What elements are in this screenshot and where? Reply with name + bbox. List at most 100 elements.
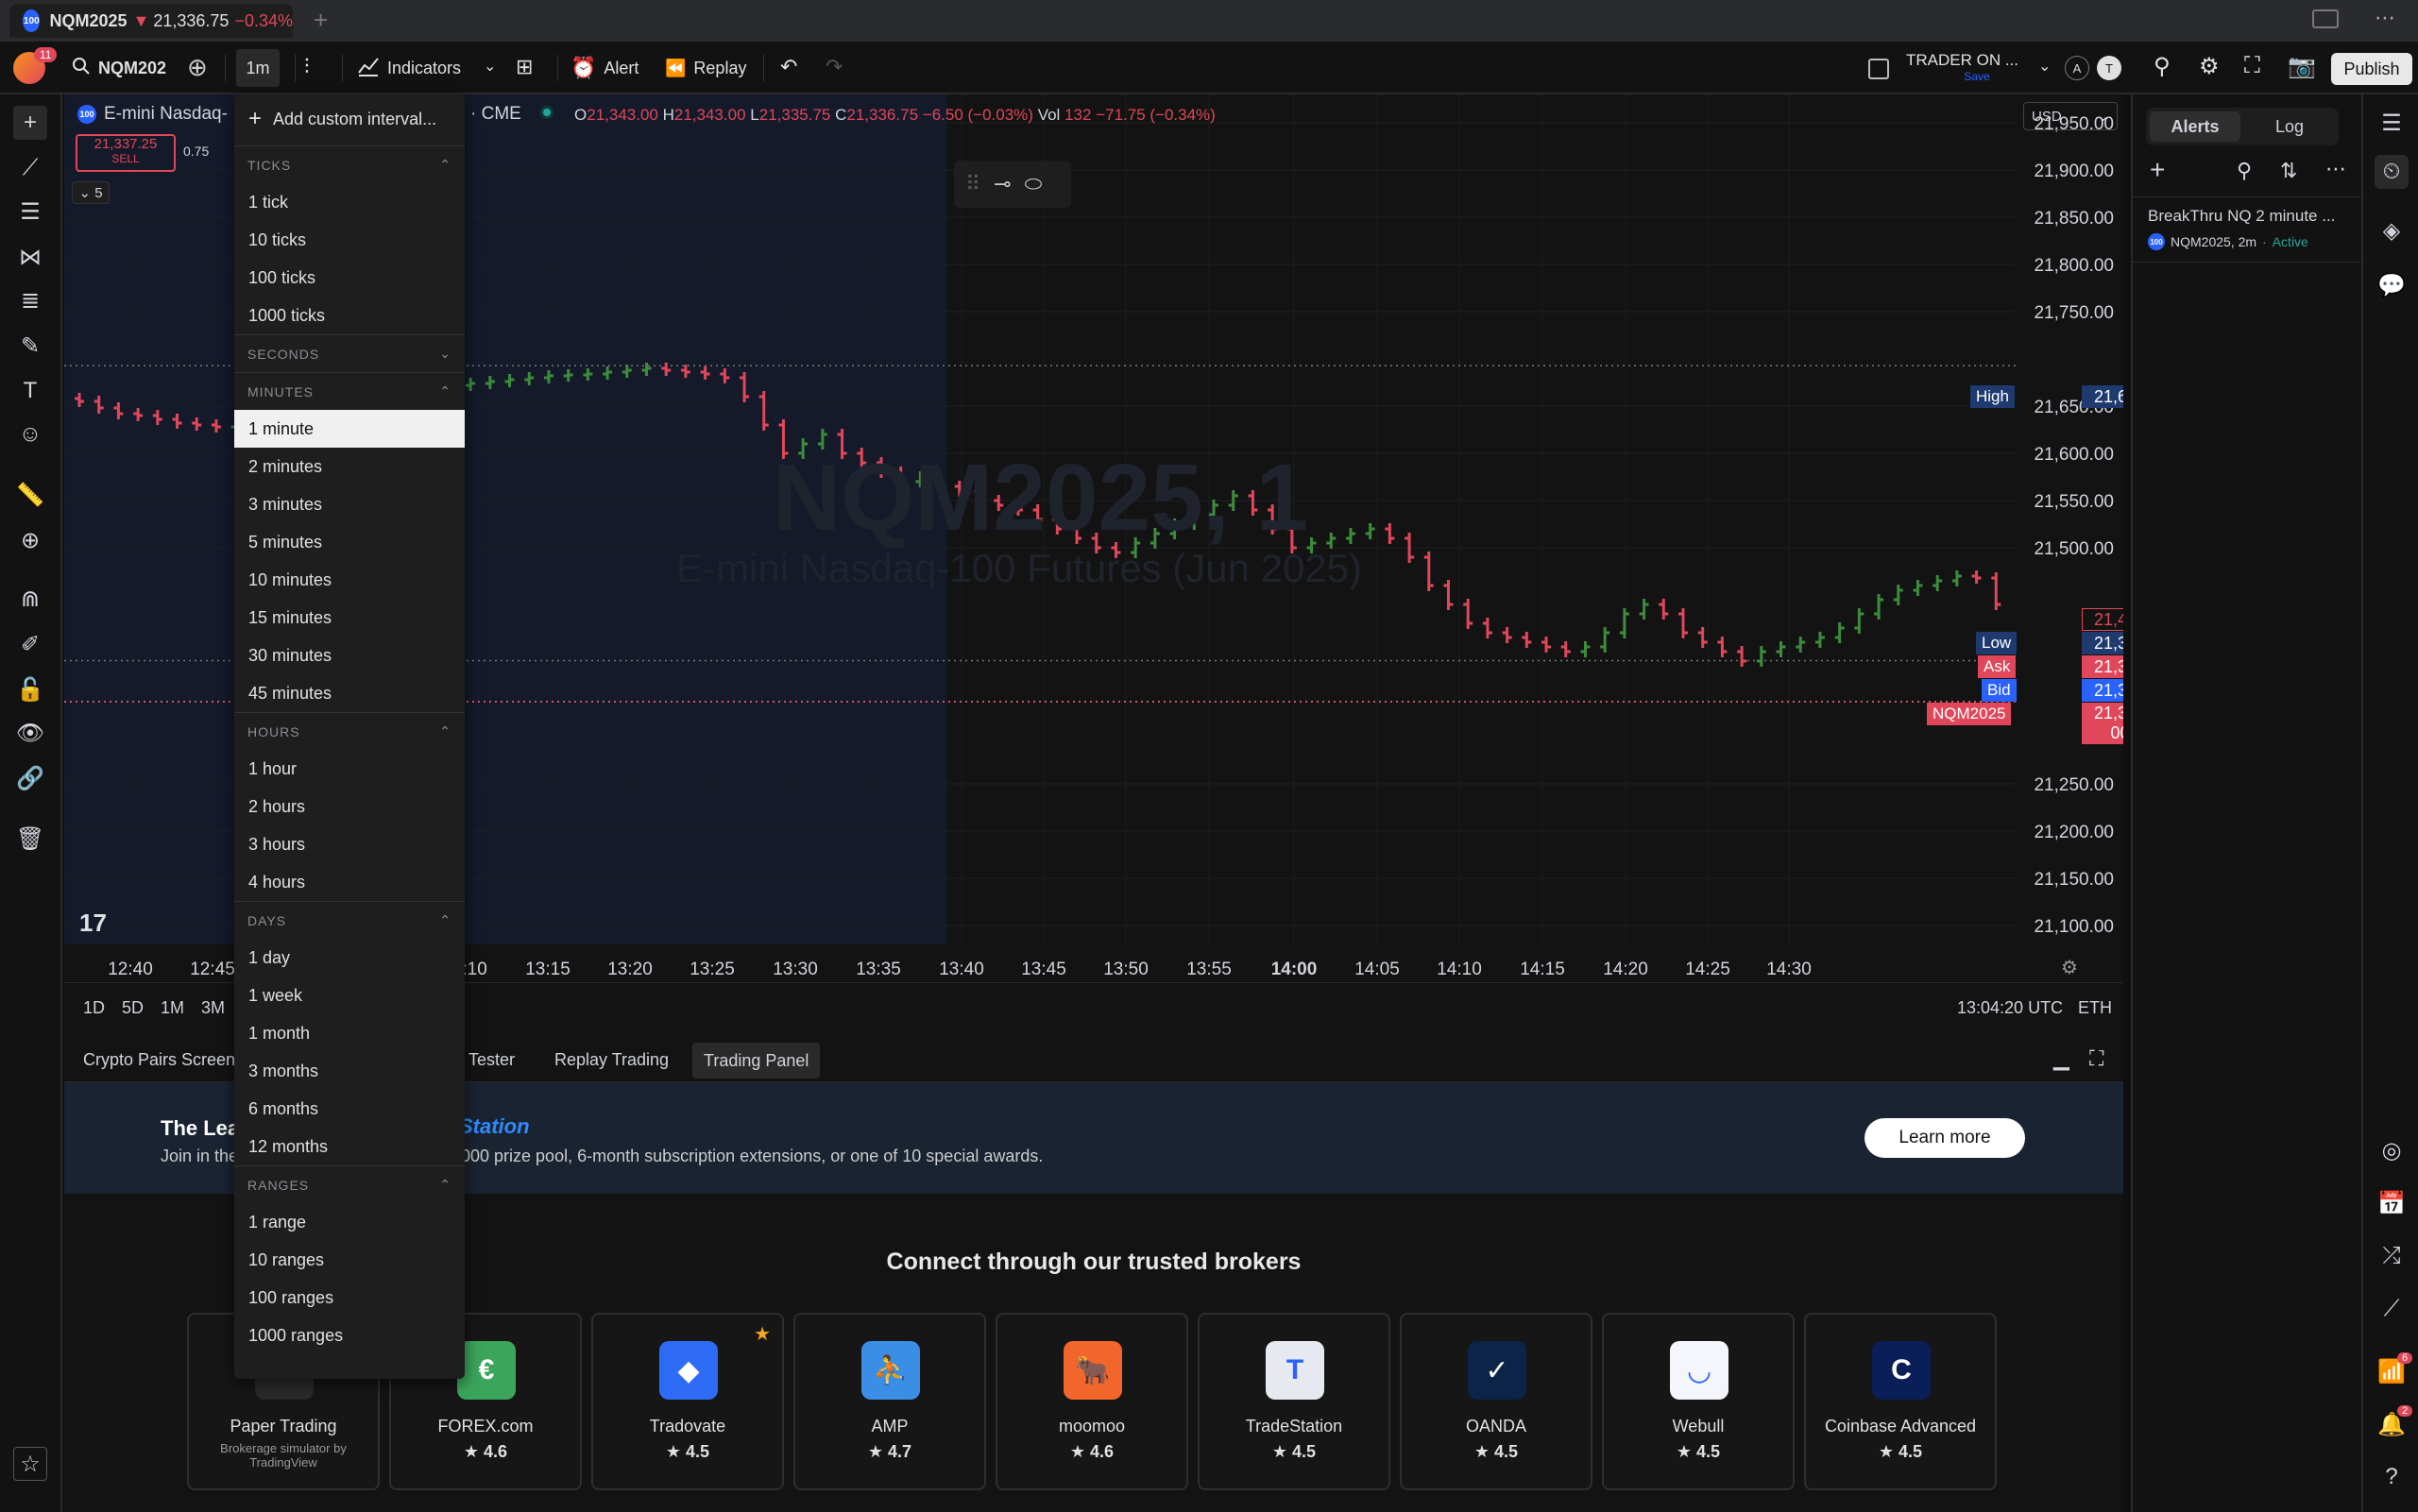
templates-icon[interactable]: ⊞ — [516, 55, 533, 79]
strategy-icon[interactable]: ⤮ — [2375, 1239, 2409, 1273]
sidebar-toggle-icon[interactable] — [2312, 9, 2339, 28]
interval-option[interactable]: 1 month — [234, 1014, 465, 1052]
chart-icon[interactable]: ⟋ — [2375, 1292, 2409, 1326]
horizontal-line-icon[interactable]: ⊸ — [994, 172, 1011, 196]
ruler-icon[interactable]: 📏 — [13, 478, 47, 512]
maximize-icon[interactable]: ⛶ — [2089, 1046, 2103, 1071]
chat-icon[interactable]: 💬 — [2375, 268, 2409, 302]
indicators-button[interactable]: Indicators — [357, 42, 461, 94]
brush-icon[interactable]: ✎ — [13, 329, 47, 363]
trash-icon[interactable]: 🗑 — [13, 822, 47, 856]
tab-crypto-screener[interactable]: Crypto Pairs Screen — [83, 1050, 235, 1070]
horizontal-lines-icon[interactable]: ☰ — [13, 195, 47, 229]
interval-option[interactable]: 15 minutes — [234, 599, 465, 637]
learn-more-button[interactable]: Learn more — [1865, 1118, 2025, 1158]
currency-select[interactable]: USD ⌄ — [2023, 102, 2118, 130]
broker-card[interactable]: 🐂 moomoo ★ 4.6 — [996, 1313, 1188, 1490]
layers-icon[interactable]: ◈ — [2375, 213, 2409, 247]
chevron-down-icon[interactable]: ⌄ — [2038, 57, 2051, 76]
tab-strategy-tester[interactable]: Tester — [468, 1050, 515, 1070]
tab-replay-trading[interactable]: Replay Trading — [554, 1050, 669, 1070]
alert-button[interactable]: ⏰ Alert — [570, 42, 639, 94]
interval-option[interactable]: 5 minutes — [234, 523, 465, 561]
lock-icon[interactable]: 🔓 — [13, 672, 47, 706]
new-tab-button[interactable]: + — [314, 6, 328, 35]
minimize-icon[interactable]: ▁ — [2053, 1046, 2069, 1071]
search-icon[interactable]: ⚲ — [2237, 159, 2252, 183]
interval-option[interactable]: 4 hours — [234, 863, 465, 901]
timeframe-button[interactable]: 3M — [201, 998, 225, 1018]
timeframe-button[interactable]: 1D — [83, 998, 105, 1018]
timeframe-button[interactable]: 5D — [122, 998, 144, 1018]
quick-search-icon[interactable]: ⚲ — [2154, 53, 2171, 80]
timeframe-button[interactable]: 1M — [161, 998, 184, 1018]
interval-option[interactable]: 1 tick — [234, 183, 465, 221]
user-menu[interactable]: 11 — [13, 42, 58, 94]
watchlist-icon[interactable]: ☰ — [2375, 106, 2409, 140]
interval-option[interactable]: 3 hours — [234, 825, 465, 863]
avatar-a[interactable]: A — [2065, 56, 2089, 80]
sort-icon[interactable]: ⇅ — [2280, 159, 2297, 183]
section-header-ranges[interactable]: RANGES ⌃ — [234, 1165, 465, 1203]
interval-option[interactable]: 12 months — [234, 1128, 465, 1165]
pencil-lock-icon[interactable]: ✐ — [13, 627, 47, 661]
publish-button[interactable]: Publish — [2331, 53, 2412, 85]
add-alert-icon[interactable]: + — [2150, 155, 2165, 185]
layout-checkbox[interactable] — [1868, 59, 1889, 79]
interval-option[interactable]: 10 minutes — [234, 561, 465, 599]
chart-legend[interactable]: 100 E-mini Nasdaq- — [77, 104, 228, 125]
crosshair-icon[interactable]: + — [13, 106, 47, 140]
calendar-icon[interactable]: 📅 — [2375, 1186, 2409, 1220]
interval-option[interactable]: 2 hours — [234, 788, 465, 825]
broker-card[interactable]: C Coinbase Advanced ★ 4.5 — [1804, 1313, 1997, 1490]
alarm-clock-icon[interactable]: ⏲ — [2375, 155, 2409, 189]
avatar-t[interactable]: T — [2097, 56, 2121, 80]
emoji-icon[interactable]: ☺ — [13, 417, 47, 451]
pattern-icon[interactable]: ⋈ — [13, 240, 47, 274]
interval-option[interactable]: 1 week — [234, 977, 465, 1014]
shape-icon[interactable]: ⬭ — [1025, 172, 1043, 196]
section-header-seconds[interactable]: SECONDS ⌄ — [234, 334, 465, 372]
indicator-toggle[interactable]: ⌄ 5 — [72, 181, 110, 204]
bar-style-icon[interactable]: ⫶ — [304, 55, 310, 79]
text-icon[interactable]: T — [13, 374, 47, 408]
session-toggle[interactable]: ETH — [2078, 998, 2112, 1018]
fullscreen-icon[interactable]: ⛶ — [2244, 53, 2260, 79]
fib-icon[interactable]: ≣ — [13, 283, 47, 317]
help-icon[interactable]: ? — [2375, 1460, 2409, 1494]
interval-option[interactable]: 100 ranges — [234, 1279, 465, 1317]
symbol-search[interactable]: NQM202 — [72, 42, 166, 94]
magnet-icon[interactable]: ⋒ — [13, 582, 47, 616]
interval-option[interactable]: 30 minutes — [234, 637, 465, 674]
interval-option[interactable]: 1 range — [234, 1203, 465, 1241]
broker-card[interactable]: ◡ Webull ★ 4.5 — [1602, 1313, 1795, 1490]
interval-option[interactable]: 10 ticks — [234, 221, 465, 259]
tab-log[interactable]: Log — [2244, 111, 2335, 142]
undo-icon[interactable]: ↶ — [780, 55, 797, 79]
trend-line-icon[interactable]: ⟋ — [13, 151, 47, 185]
interval-option[interactable]: 1 minute — [234, 410, 465, 448]
browser-tab[interactable]: 100 NQM2025 ▼ 21,336.75 −0.34% — [9, 4, 293, 38]
eye-icon[interactable]: 👁 — [13, 716, 47, 750]
target-icon[interactable]: ◎ — [2375, 1133, 2409, 1167]
section-header-ticks[interactable]: TICKS ⌃ — [234, 145, 465, 183]
gear-icon[interactable]: ⚙ — [2199, 53, 2220, 80]
add-custom-interval[interactable]: + Add custom interval... — [234, 100, 465, 138]
broker-card[interactable]: ⛹ AMP ★ 4.7 — [793, 1313, 986, 1490]
compare-icon[interactable]: ⊕ — [187, 53, 208, 82]
clock[interactable]: 13:04:20 UTC — [1957, 998, 2063, 1018]
section-header-days[interactable]: DAYS ⌃ — [234, 901, 465, 939]
chevron-down-icon[interactable]: ⌄ — [484, 57, 496, 76]
drag-handle-icon[interactable]: ⠿ — [965, 172, 980, 196]
broker-card[interactable]: ◆ Tradovate ★ 4.5 ★ — [591, 1313, 784, 1490]
tab-alerts[interactable]: Alerts — [2150, 111, 2240, 142]
zoom-icon[interactable]: ⊕ — [13, 523, 47, 557]
star-icon[interactable]: ☆ — [13, 1447, 47, 1481]
redo-icon[interactable]: ↷ — [826, 55, 843, 79]
sell-button[interactable]: 21,337.25 SELL — [76, 134, 176, 172]
interval-option[interactable]: 1000 ranges — [234, 1317, 465, 1354]
interval-option[interactable]: 1 day — [234, 939, 465, 977]
star-icon[interactable]: ★ — [754, 1322, 771, 1346]
interval-option[interactable]: 3 minutes — [234, 485, 465, 523]
camera-icon[interactable]: 📷 — [2288, 53, 2316, 80]
